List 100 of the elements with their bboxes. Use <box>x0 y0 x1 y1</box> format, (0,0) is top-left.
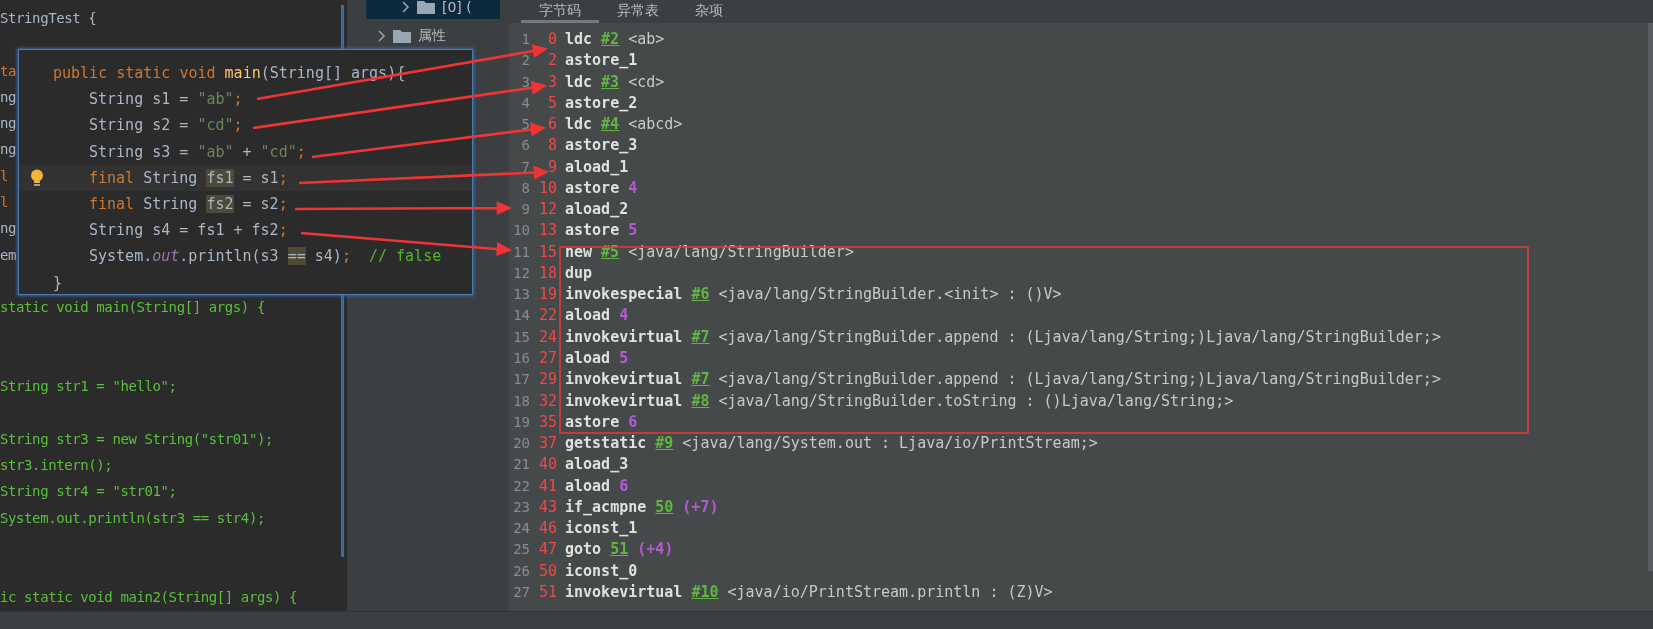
tree-item[interactable]: 属性 <box>366 23 500 48</box>
constant-link[interactable]: #7 <box>691 369 710 391</box>
bytecode-offset: 29 <box>537 369 557 391</box>
bytecode-offset: 13 <box>537 220 557 242</box>
bytecode-offset: 51 <box>537 581 557 603</box>
line-number: 17 <box>512 370 530 390</box>
code-line: String s1 = "ab"; <box>89 90 243 109</box>
code-line: } <box>53 273 63 292</box>
operand: <java/lang/StringBuilder.append : (Ljava/lang/String;)Ljava/lang/StringBuilder;> <box>718 369 1441 391</box>
folder-icon <box>417 0 435 14</box>
bytecode-offset: 50 <box>537 560 557 582</box>
bytecode-offset: 37 <box>537 433 557 455</box>
constant-link[interactable]: #6 <box>691 284 710 306</box>
line-number: 10 <box>512 221 530 241</box>
bytecode-offset: 32 <box>537 390 557 412</box>
code-line: l <box>0 167 9 184</box>
opcode: aload_1 <box>565 156 629 178</box>
bytecode-offset: 46 <box>537 518 557 540</box>
bytecode-offset: 12 <box>537 199 557 221</box>
lightbulb-icon[interactable] <box>30 168 44 187</box>
opcode: aload <box>565 305 611 327</box>
constant-link[interactable]: #2 <box>601 29 620 51</box>
opcode: ldc <box>565 29 593 50</box>
chevron-icon <box>402 0 410 13</box>
bytecode-offset: 15 <box>537 241 557 263</box>
code-line: ng <box>0 141 17 158</box>
line-number: 5 <box>520 115 530 135</box>
opcode: invokespecial <box>565 284 683 306</box>
line-number: 22 <box>512 476 530 496</box>
line-number: 7 <box>520 157 530 177</box>
scrollbar[interactable] <box>1648 23 1653 572</box>
operand-value: 6 <box>628 411 638 433</box>
opcode: getstatic <box>565 433 647 455</box>
bytecode-offset: 5 <box>546 92 557 114</box>
opcode: aload <box>565 475 611 497</box>
operand: <java/lang/StringBuilder.toString : ()Ljava/lang/String;> <box>718 390 1234 412</box>
bytecode-offset: 19 <box>537 284 557 306</box>
code-line: l <box>0 194 9 211</box>
opcode: ldc <box>565 71 593 93</box>
code-line: ng <box>0 115 17 132</box>
bytecode-offset: 35 <box>537 411 557 433</box>
line-number: 3 <box>520 72 530 92</box>
bytecode-offset: 18 <box>537 262 557 284</box>
tree-item[interactable]: [0] ( <box>366 0 500 19</box>
code-line: StringTest { <box>0 10 97 26</box>
constant-link[interactable]: 50 <box>655 496 674 519</box>
constant-link[interactable]: 51 <box>610 539 629 561</box>
line-number: 1 <box>520 30 530 49</box>
opcode: astore_1 <box>565 50 638 72</box>
code-line: String s4 = fs1 + fs2; <box>89 221 288 240</box>
bytecode-offset: 3 <box>546 71 557 93</box>
operand: <cd> <box>628 71 665 93</box>
line-number: 12 <box>512 263 530 283</box>
operand-value: 4 <box>619 305 629 327</box>
bytecode-offset: 47 <box>537 539 557 561</box>
tab[interactable]: 异常表 <box>599 0 677 23</box>
bytecode-offset: 10 <box>537 177 557 199</box>
operand: <abcd> <box>628 114 683 136</box>
operand-value: 5 <box>619 348 629 369</box>
operand: <java/lang/StringBuilder.append : (Ljava/lang/String;)Ljava/lang/StringBuilder;> <box>718 326 1441 348</box>
constant-link[interactable]: #4 <box>601 114 620 136</box>
code-line: ng <box>0 88 17 105</box>
constant-link[interactable]: #10 <box>691 581 719 604</box>
opcode: iconst_0 <box>565 560 638 582</box>
opcode: ldc <box>565 114 593 136</box>
operand: <java/lang/StringBuilder> <box>628 241 854 263</box>
line-number: 25 <box>512 540 530 560</box>
constant-link[interactable]: #9 <box>655 433 674 455</box>
constant-link[interactable]: #8 <box>691 390 710 412</box>
code-line: em <box>0 246 17 263</box>
line-number: 24 <box>512 519 530 539</box>
constant-link[interactable]: #5 <box>601 241 620 263</box>
line-number: 8 <box>520 178 530 198</box>
bytecode-offset: 40 <box>537 454 557 476</box>
code-line: ng <box>0 220 17 237</box>
opcode: invokevirtual <box>565 390 683 412</box>
line-number: 9 <box>520 200 530 220</box>
opcode: astore <box>565 177 620 199</box>
line-number: 6 <box>520 136 530 156</box>
line-number: 16 <box>512 349 530 368</box>
opcode: astore <box>565 411 620 433</box>
bytecode-offset: 24 <box>537 326 557 348</box>
code-line: String s2 = "cd"; <box>89 116 243 135</box>
constant-link[interactable]: #7 <box>691 326 710 348</box>
opcode: new <box>565 241 593 263</box>
code-line: String str3 = new String("str01"); <box>0 430 273 447</box>
operand-value: (+7) <box>682 496 719 518</box>
operand-value: 5 <box>628 220 638 242</box>
operand: <java/io/PrintStream.println : (Z)V> <box>727 581 1053 603</box>
constant-link[interactable]: #3 <box>601 71 620 93</box>
line-number: 27 <box>512 582 530 602</box>
line-number: 2 <box>520 51 530 71</box>
bytecode-offset: 27 <box>537 348 557 369</box>
tab[interactable]: 杂项 <box>677 0 741 23</box>
operand: <ab> <box>628 29 665 50</box>
operand: <java/lang/StringBuilder.<init> : ()V> <box>718 284 1062 306</box>
opcode: aload_3 <box>565 454 629 476</box>
line-number: 20 <box>512 434 530 454</box>
line-number: 18 <box>512 391 530 411</box>
opcode: invokevirtual <box>565 581 683 603</box>
